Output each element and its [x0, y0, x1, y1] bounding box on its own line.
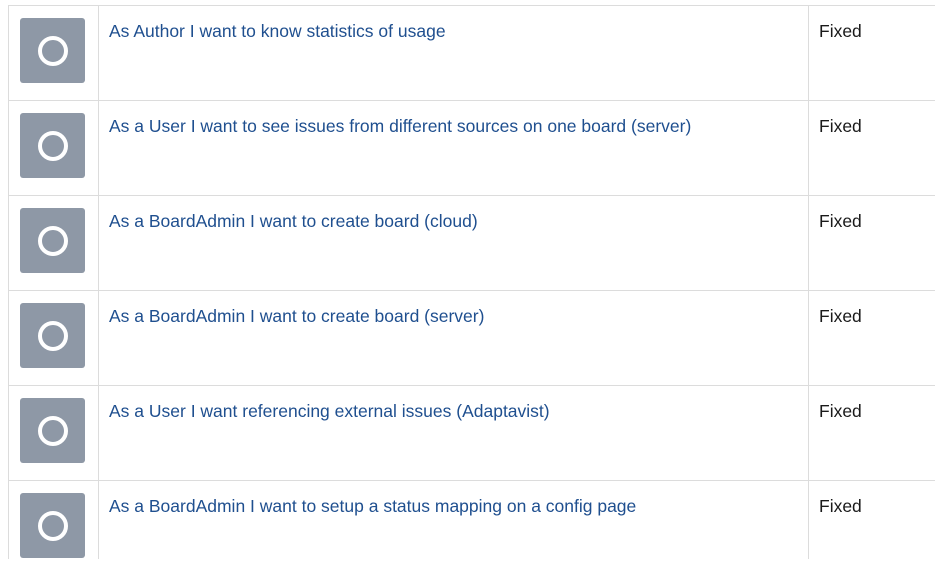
issue-summary-cell: As a BoardAdmin I want to create board (…	[98, 195, 809, 291]
issue-summary-cell: As a BoardAdmin I want to setup a status…	[98, 480, 809, 559]
issue-status-circle-icon[interactable]	[20, 208, 85, 273]
issue-status-cell: Fixed	[808, 195, 935, 291]
issue-status-text: Fixed	[819, 211, 862, 231]
issue-status-text: Fixed	[819, 496, 862, 516]
issues-table: As Author I want to know statistics of u…	[8, 5, 935, 559]
issue-summary-cell: As a BoardAdmin I want to create board (…	[98, 290, 809, 386]
issue-status-cell: Fixed	[808, 100, 935, 196]
table-row: As a User I want referencing external is…	[8, 385, 935, 481]
issue-summary-cell: As a User I want referencing external is…	[98, 385, 809, 481]
issue-type-cell	[8, 100, 99, 196]
issue-summary-link[interactable]: As a User I want referencing external is…	[109, 400, 798, 422]
issue-status-cell: Fixed	[808, 385, 935, 481]
issue-status-text: Fixed	[819, 116, 862, 136]
table-row: As Author I want to know statistics of u…	[8, 5, 935, 101]
issue-status-circle-icon[interactable]	[20, 398, 85, 463]
issue-status-circle-icon[interactable]	[20, 303, 85, 368]
issue-type-cell	[8, 480, 99, 559]
issue-status-cell: Fixed	[808, 290, 935, 386]
table-row: As a BoardAdmin I want to create board (…	[8, 195, 935, 291]
issue-type-cell	[8, 290, 99, 386]
table-row: As a BoardAdmin I want to create board (…	[8, 290, 935, 386]
issue-status-text: Fixed	[819, 401, 862, 421]
issue-summary-link[interactable]: As a BoardAdmin I want to setup a status…	[109, 495, 798, 517]
issue-status-circle-icon[interactable]	[20, 18, 85, 83]
issue-summary-link[interactable]: As Author I want to know statistics of u…	[109, 20, 798, 42]
issue-summary-link[interactable]: As a User I want to see issues from diff…	[109, 115, 798, 137]
issue-summary-link[interactable]: As a BoardAdmin I want to create board (…	[109, 210, 798, 232]
issue-status-cell: Fixed	[808, 5, 935, 101]
issue-type-cell	[8, 5, 99, 101]
table-row: As a BoardAdmin I want to setup a status…	[8, 480, 935, 559]
issue-status-cell: Fixed	[808, 480, 935, 559]
issue-type-cell	[8, 385, 99, 481]
issue-summary-cell: As a User I want to see issues from diff…	[98, 100, 809, 196]
issue-status-circle-icon[interactable]	[20, 113, 85, 178]
issue-summary-link[interactable]: As a BoardAdmin I want to create board (…	[109, 305, 798, 327]
issue-status-text: Fixed	[819, 306, 862, 326]
issue-status-circle-icon[interactable]	[20, 493, 85, 558]
table-row: As a User I want to see issues from diff…	[8, 100, 935, 196]
issue-type-cell	[8, 195, 99, 291]
issue-status-text: Fixed	[819, 21, 862, 41]
issue-summary-cell: As Author I want to know statistics of u…	[98, 5, 809, 101]
